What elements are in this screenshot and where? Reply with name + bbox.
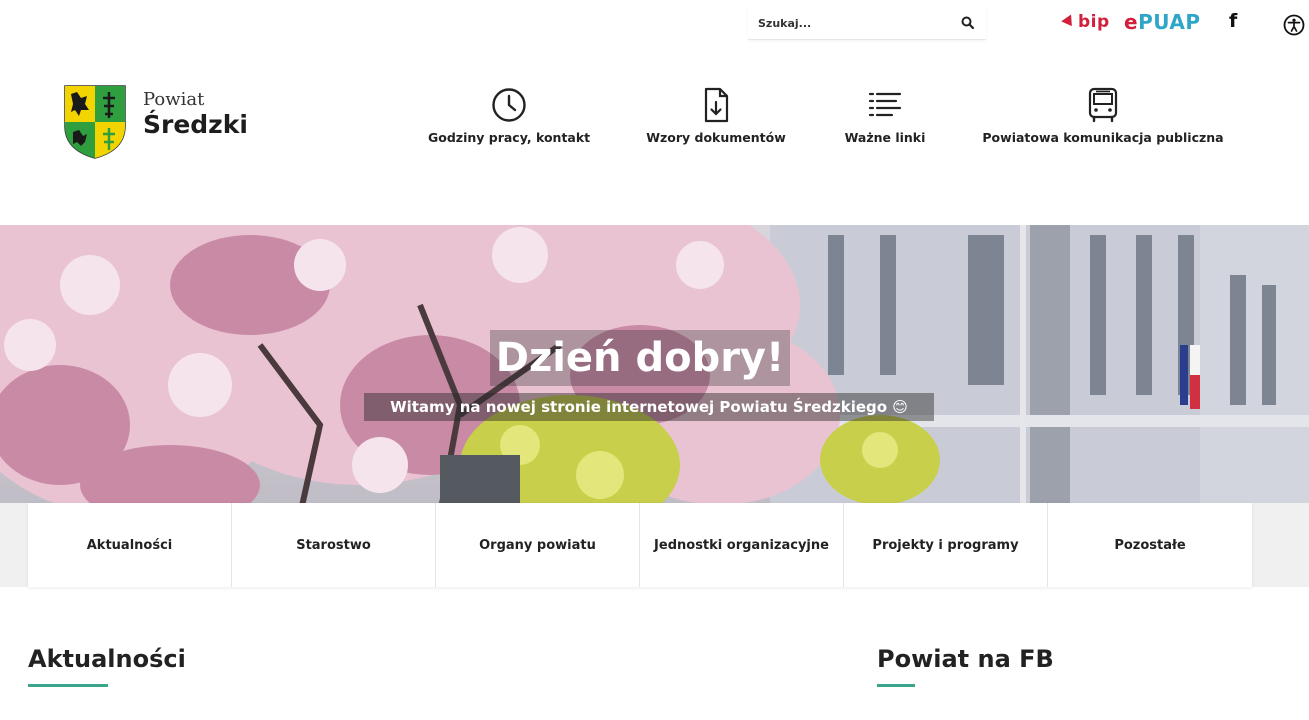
menu-item-projects[interactable]: Projekty i programy [844, 503, 1048, 587]
quick-link-document-templates[interactable]: Wzory dokumentów [644, 86, 788, 145]
menu-item-county-bodies[interactable]: Organy powiatu [436, 503, 640, 587]
fb-section-title: Powiat na FB [877, 645, 1054, 673]
quick-link-label: Powiatowa komunikacja publiczna [982, 130, 1224, 145]
quick-link-label: Wzory dokumentów [646, 130, 786, 145]
quick-link-label: Godziny pracy, kontakt [428, 130, 591, 145]
coat-of-arms-logo[interactable] [63, 84, 127, 160]
hero-subtitle: Witamy na nowej stronie internetowej Pow… [364, 393, 934, 421]
main-menu: Aktualności Starostwo Organy powiatu Jed… [28, 503, 1252, 587]
search-box [748, 6, 986, 40]
bip-link[interactable]: bip [1061, 11, 1110, 33]
menu-item-starostwo[interactable]: Starostwo [232, 503, 436, 587]
menu-item-other[interactable]: Pozostałe [1048, 503, 1252, 587]
news-title-underline [28, 684, 108, 687]
facebook-icon[interactable]: f [1229, 10, 1237, 32]
quick-link-important-links[interactable]: Ważne linki [842, 86, 928, 145]
news-section-title: Aktualności [28, 645, 186, 673]
menu-item-news[interactable]: Aktualności [28, 503, 232, 587]
hero-title: Dzień dobry! [490, 330, 790, 386]
bip-logo-icon [1061, 14, 1077, 30]
epuap-e: e [1124, 10, 1139, 34]
menu-item-organizational-units[interactable]: Jednostki organizacyjne [640, 503, 844, 587]
accessibility-icon[interactable] [1283, 14, 1305, 36]
quick-link-public-transport[interactable]: Powiatowa komunikacja publiczna [982, 86, 1224, 145]
fb-title-underline [877, 684, 915, 687]
top-bar: bip ePUAP f [0, 0, 1309, 60]
brand-line2: Średzki [143, 110, 248, 139]
bus-icon [1088, 87, 1118, 123]
clock-icon [492, 88, 526, 122]
epuap-link[interactable]: e PUAP [1124, 9, 1201, 35]
list-icon [868, 92, 902, 117]
quick-link-hours-contact[interactable]: Godziny pracy, kontakt [428, 86, 590, 145]
quick-link-label: Ważne linki [844, 130, 926, 145]
bip-label: bip [1078, 12, 1110, 32]
search-input[interactable] [748, 6, 953, 40]
search-icon[interactable] [960, 15, 976, 31]
brand-name[interactable]: Powiat Średzki [143, 90, 248, 140]
document-download-icon [704, 87, 729, 123]
brand-line1: Powiat [143, 89, 205, 110]
epuap-label: PUAP [1138, 10, 1201, 34]
